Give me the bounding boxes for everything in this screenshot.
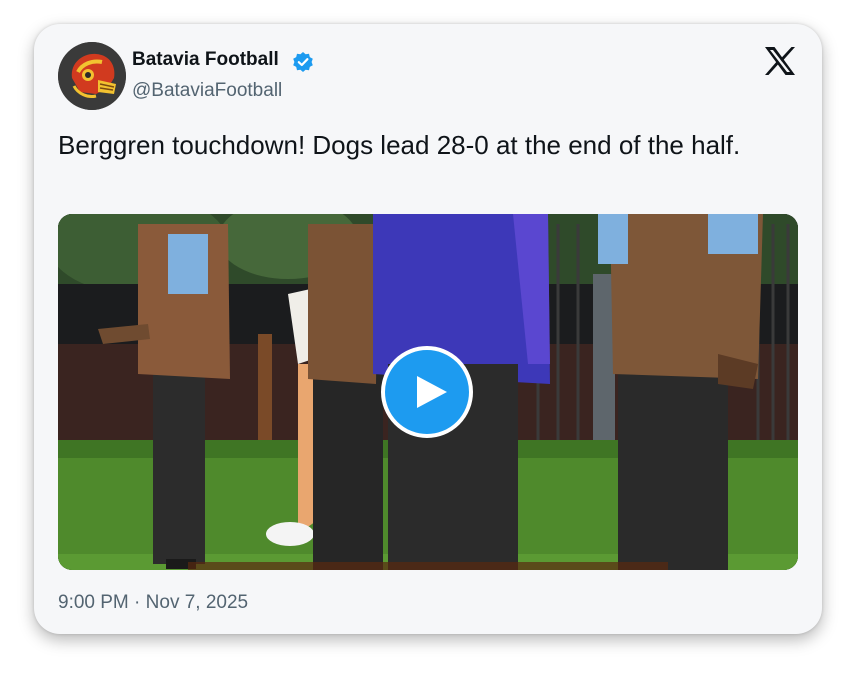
tweet-date[interactable]: Nov 7, 2025 <box>146 592 248 613</box>
timestamp-separator: · <box>134 592 141 613</box>
tweet-timestamp: 9:00 PM · Nov 7, 2025 <box>58 592 248 614</box>
tweet-text: Berggren touchdown! Dogs lead 28-0 at th… <box>58 130 741 160</box>
avatar[interactable] <box>58 42 126 110</box>
author-display-name[interactable]: Batavia Football <box>132 49 279 71</box>
x-logo-icon[interactable] <box>764 46 796 76</box>
author-handle[interactable]: @BataviaFootball <box>132 80 282 102</box>
helmet-logo-icon <box>58 42 126 110</box>
tweet-time[interactable]: 9:00 PM <box>58 592 129 613</box>
video-player[interactable] <box>58 214 798 570</box>
tweet-card: Batavia Football @BataviaFootball Berggr… <box>34 24 822 634</box>
verified-badge-icon <box>293 52 313 72</box>
play-icon <box>417 376 447 408</box>
play-button[interactable] <box>381 346 473 438</box>
